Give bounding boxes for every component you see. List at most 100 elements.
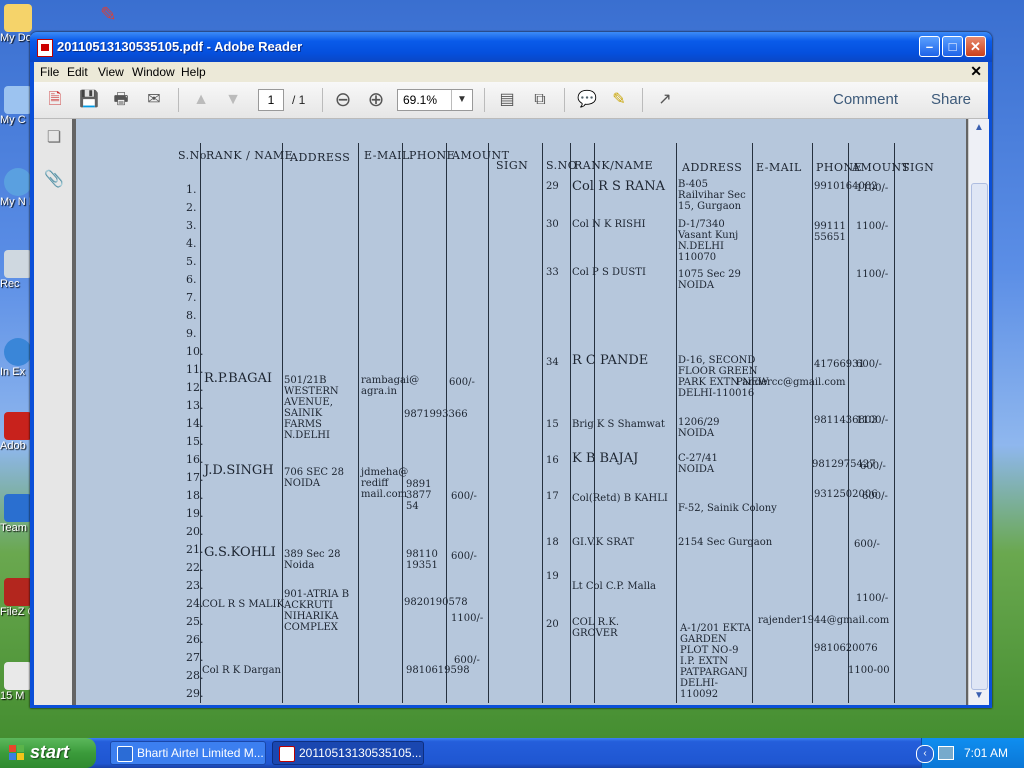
sticky-note-button[interactable]: 💬: [574, 87, 600, 113]
start-button[interactable]: start: [0, 738, 96, 768]
comment-link[interactable]: Comment: [833, 91, 898, 108]
entry-amount: 600/-: [451, 491, 477, 502]
row-number: 19.: [186, 507, 204, 520]
scroll-up-icon[interactable]: ▲: [969, 119, 989, 137]
adobe-reader-window: 20110513130535105.pdf - Adobe Reader – □…: [30, 32, 992, 708]
zoom-out-button[interactable]: ⊖: [330, 87, 356, 113]
header-sno-right: S.NO: [546, 159, 578, 172]
header-email: E-MAIL: [364, 149, 410, 162]
paint-brushes-icon[interactable]: ✎: [100, 2, 126, 28]
maximize-button[interactable]: □: [942, 36, 963, 57]
row-number: 25.: [186, 615, 204, 628]
highlight-button[interactable]: ✎: [606, 87, 632, 113]
scroll-thumb[interactable]: [971, 183, 988, 690]
entry-amount: 600/-: [860, 461, 886, 472]
close-button[interactable]: ✕: [965, 36, 986, 57]
attachment-paperclip-icon[interactable]: 📎: [43, 169, 65, 191]
entry-name: Col(Retd) B KAHLI: [572, 493, 668, 504]
header-address: ADDRESS: [290, 151, 351, 164]
toolbar-separator: [484, 88, 485, 112]
menu-file[interactable]: File: [40, 65, 59, 79]
window-title: 20110513130535105.pdf - Adobe Reader: [57, 39, 303, 54]
entry-name: J.D.SINGH: [204, 463, 274, 478]
row-number: 6.: [186, 273, 197, 286]
folder-icon: [4, 4, 32, 32]
entry-phone: 98110 19351: [406, 549, 438, 571]
entry-name: R.P.BAGAI: [204, 371, 273, 386]
entry-no: 15: [546, 419, 559, 430]
column-rule: [542, 143, 543, 703]
chevron-down-icon[interactable]: ▼: [451, 90, 472, 110]
email-button[interactable]: ✉: [141, 87, 167, 113]
share-link[interactable]: Share: [931, 91, 971, 108]
entry-amount: 600/-: [856, 359, 882, 370]
menu-edit[interactable]: Edit: [67, 65, 88, 79]
create-pdf-button[interactable]: 🗎: [42, 87, 68, 113]
row-number: 26.: [186, 633, 204, 646]
header-phone: PHONE: [409, 149, 456, 162]
print-button[interactable]: 🖶: [108, 87, 134, 113]
windows-flag-icon: [9, 745, 25, 761]
row-number: 22.: [186, 561, 204, 574]
column-rule: [752, 143, 753, 703]
entry-amount: 1100/-: [856, 221, 889, 232]
entry-name: COL R.K. GROVER: [572, 617, 620, 639]
pdf-icon: [37, 39, 53, 57]
entry-no: 16: [546, 455, 559, 466]
entry-no: 33: [546, 267, 559, 278]
entry-address: D-1/7340 Vasant Kunj N.DELHI 110070: [678, 219, 739, 263]
full-screen-button[interactable]: ↗: [652, 87, 678, 113]
fit-width-button[interactable]: ⧉: [527, 87, 553, 113]
recycle-bin-glyph-icon: [4, 250, 32, 278]
previous-page-button[interactable]: ▲: [188, 87, 214, 113]
clock[interactable]: 7:01 AM: [964, 746, 1008, 760]
create-pdf-icon: 🗎: [48, 91, 62, 108]
menu-window[interactable]: Window: [132, 65, 175, 79]
task-adobe-reader[interactable]: 20110513130535105...: [272, 741, 424, 765]
zoom-in-button[interactable]: ⊕: [363, 87, 389, 113]
row-number: 9.: [186, 327, 197, 340]
toolbar-separator: [322, 88, 323, 112]
row-number: 3.: [186, 219, 197, 232]
chevron-left-icon[interactable]: ‹: [916, 745, 934, 763]
row-number: 15.: [186, 435, 204, 448]
scroll-down-icon[interactable]: ▼: [969, 687, 989, 705]
entry-address: 389 Sec 28 Noida: [284, 549, 341, 571]
row-number: 14.: [186, 417, 204, 430]
row-number: 11.: [186, 363, 204, 376]
save-button[interactable]: 💾: [76, 87, 102, 113]
column-rule: [446, 143, 447, 703]
entry-address: 1075 Sec 29 NOIDA: [678, 269, 741, 291]
menu-help[interactable]: Help: [181, 65, 206, 79]
column-rule: [570, 143, 571, 703]
next-page-button[interactable]: ▼: [220, 87, 246, 113]
minimize-button[interactable]: –: [919, 36, 940, 57]
zoom-select[interactable]: 69.1% ▼: [397, 89, 473, 111]
header-amount-right: AMOUNT: [852, 161, 910, 174]
handwritten-register: S.No RANK / NAME ADDRESS E-MAIL PHONE AM…: [76, 119, 966, 705]
network-tray-icon[interactable]: [938, 746, 954, 760]
task-bharti-airtel[interactable]: Bharti Airtel Limited M...: [110, 741, 266, 765]
page-number-input[interactable]: 1: [258, 89, 284, 111]
document-viewer[interactable]: S.No RANK / NAME ADDRESS E-MAIL PHONE AM…: [72, 119, 968, 705]
entry-address: 706 SEC 28 NOIDA: [284, 467, 344, 489]
menu-bar: File Edit View Window Help ✕: [34, 62, 988, 82]
row-number: 12.: [186, 381, 204, 394]
entry-name: Col N K RISHI: [572, 219, 646, 230]
document-close-icon[interactable]: ✕: [970, 63, 982, 80]
entry-phone: 9871993366: [404, 409, 468, 420]
vertical-scrollbar[interactable]: ▲ ▼: [968, 119, 989, 705]
entry-name: K B BAJAJ: [572, 451, 639, 466]
row-number: 2.: [186, 201, 197, 214]
title-bar[interactable]: 20110513130535105.pdf - Adobe Reader – □…: [30, 32, 992, 62]
row-number: 10.: [186, 345, 204, 358]
row-number: 4.: [186, 237, 197, 250]
header-sign: SIGN: [496, 159, 529, 172]
toolbar: 🗎 💾 🖶 ✉ ▲ ▼ 1 / 1 ⊖ ⊕ 69.1% ▼ ▤ ⧉ 💬 ✎ ↗ …: [34, 82, 988, 119]
fit-page-button[interactable]: ▤: [494, 87, 520, 113]
header-address-right: ADDRESS: [682, 161, 743, 174]
menu-view[interactable]: View: [98, 65, 124, 79]
header-sno: S.No: [178, 149, 207, 162]
column-rule: [402, 143, 403, 703]
pages-icon[interactable]: ❏: [43, 127, 65, 149]
